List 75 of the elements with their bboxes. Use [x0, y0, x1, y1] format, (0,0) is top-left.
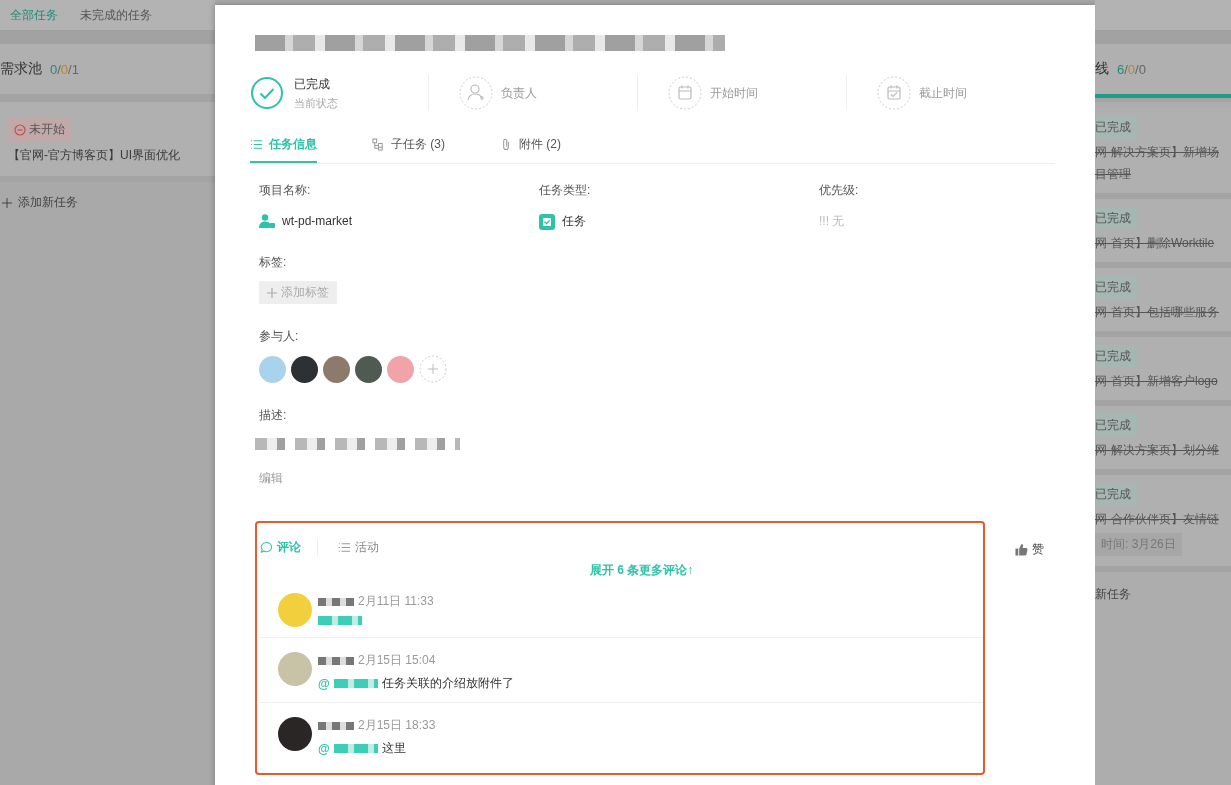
tab[interactable]: 评论 [260, 539, 318, 556]
status-tag: 已完成 [1095, 116, 1137, 139]
expand-comments-link[interactable]: 展开 6 条更多评论↑ [260, 562, 983, 579]
meta-field[interactable]: 截止时间 [846, 75, 1055, 111]
status-tag: 已完成 [1095, 276, 1137, 299]
task-counts: 0/0/1 [50, 61, 79, 77]
status-tag: 未开始 [8, 118, 71, 141]
pixelated-blur [333, 744, 378, 753]
tab[interactable]: 子任务 (3) [372, 136, 445, 163]
field-label: 项目名称: [259, 182, 312, 199]
comment-text: 这里 [381, 740, 406, 757]
comment-time: 2月15日 15:04 [358, 652, 436, 669]
status-tag: 已完成 [1095, 414, 1137, 437]
task-title: 目管理 [1095, 166, 1131, 183]
status-caption: 当前状态 [294, 95, 338, 111]
project-name[interactable]: wt-pd-market [282, 214, 352, 228]
avatar[interactable] [291, 355, 318, 383]
user-icon [459, 76, 493, 110]
tab[interactable]: 附件 (2) [500, 136, 561, 163]
field-label: 优先级: [819, 182, 859, 199]
pixelated-blur [318, 616, 362, 625]
calendar-icon [668, 76, 702, 110]
add-task-link[interactable]: 添加新任务 [18, 194, 78, 211]
task-title: 网-解决方案页】新增场 [1095, 144, 1219, 161]
tab[interactable]: 活动 [338, 539, 379, 556]
task-title: 网-首页】新增客户logo [1095, 373, 1218, 390]
pixelated-blur [318, 656, 354, 665]
status-tag: 已完成 [1095, 483, 1137, 506]
comment-time: 2月11日 11:33 [358, 593, 434, 610]
minus-circle-icon [14, 123, 26, 136]
task-title: 网-首页】包括哪些服务 [1095, 304, 1219, 321]
task-counts: 6/0/0 [1117, 61, 1146, 77]
comment-text: 任务关联的介绍放附件了 [381, 675, 514, 692]
like-button[interactable]: 赞 [1015, 541, 1044, 558]
task-card[interactable]: 未开始 【官网-官方博客页】UI界面优化 [0, 102, 215, 182]
plus-icon [2, 197, 12, 208]
status-tag: 已完成 [1095, 207, 1137, 230]
board-tab[interactable]: 全部任务 [10, 6, 58, 24]
task-type[interactable]: 任务 [562, 213, 586, 230]
plus-icon [267, 287, 277, 298]
comment-time: 2月15日 18:33 [358, 717, 436, 734]
avatar[interactable] [355, 355, 382, 383]
task-title: 网-合作伙伴页】友情链 [1095, 511, 1219, 528]
field-label: 标签: [259, 254, 287, 271]
tab[interactable]: 任务信息 [250, 136, 317, 163]
mention[interactable]: @ [318, 741, 330, 756]
pixelated-blur [333, 679, 378, 688]
status-tag: 已完成 [1095, 345, 1137, 368]
task-title: 网-首页】删除Worktile [1095, 235, 1215, 252]
mention[interactable]: @ [318, 676, 330, 691]
board-tab[interactable]: 未完成的任务 [80, 6, 152, 24]
meta-field[interactable]: 负责人 [428, 75, 637, 111]
task-title: 网-解决方案页】划分维 [1095, 442, 1219, 459]
thumbs-up-icon [1015, 543, 1028, 556]
field-label: 参与人: [259, 328, 299, 345]
calendar-icon [877, 76, 911, 110]
hierarchy-icon [372, 138, 385, 151]
field-label: 任务类型: [539, 182, 592, 199]
task-title: 【官网-官方博客页】UI界面优化 [8, 147, 180, 164]
list-icon [250, 138, 263, 151]
chat-icon [260, 541, 273, 554]
checkbox-icon [539, 213, 555, 230]
column-title: 线 [1095, 60, 1109, 78]
add-task-link[interactable]: 新任务 [1095, 586, 1131, 603]
meta-field[interactable]: 开始时间 [637, 75, 846, 111]
field-label: 描述: [259, 407, 287, 424]
user-icon [259, 213, 275, 229]
list-icon [338, 541, 351, 554]
column-title: 需求池 [0, 60, 42, 78]
add-tag-button[interactable]: 添加标签 [259, 281, 337, 304]
pixelated-blur [318, 597, 354, 606]
priority-value[interactable]: !!! 无 [819, 213, 845, 230]
status-value: 已完成 [294, 75, 331, 93]
pixelated-blur [318, 721, 354, 730]
edit-link[interactable]: 编辑 [259, 470, 283, 487]
